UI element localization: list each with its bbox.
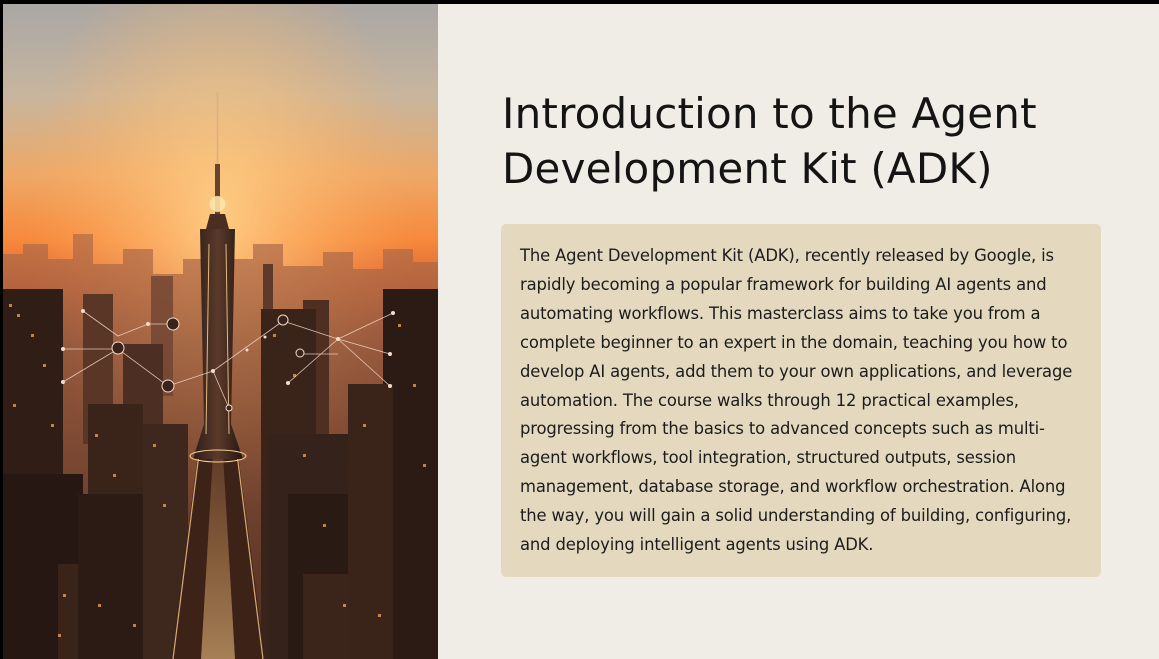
slide-title: Introduction to the Agent Development Ki… xyxy=(502,89,1037,193)
description-text: The Agent Development Kit (ADK), recentl… xyxy=(520,246,1073,555)
city-skyline-illustration xyxy=(3,4,438,659)
content-panel: Introduction to the Agent Development Ki… xyxy=(438,4,1159,659)
slide: Introduction to the Agent Development Ki… xyxy=(3,4,1159,659)
hero-image xyxy=(3,4,438,659)
description-card: The Agent Development Kit (ADK), recentl… xyxy=(501,224,1101,577)
